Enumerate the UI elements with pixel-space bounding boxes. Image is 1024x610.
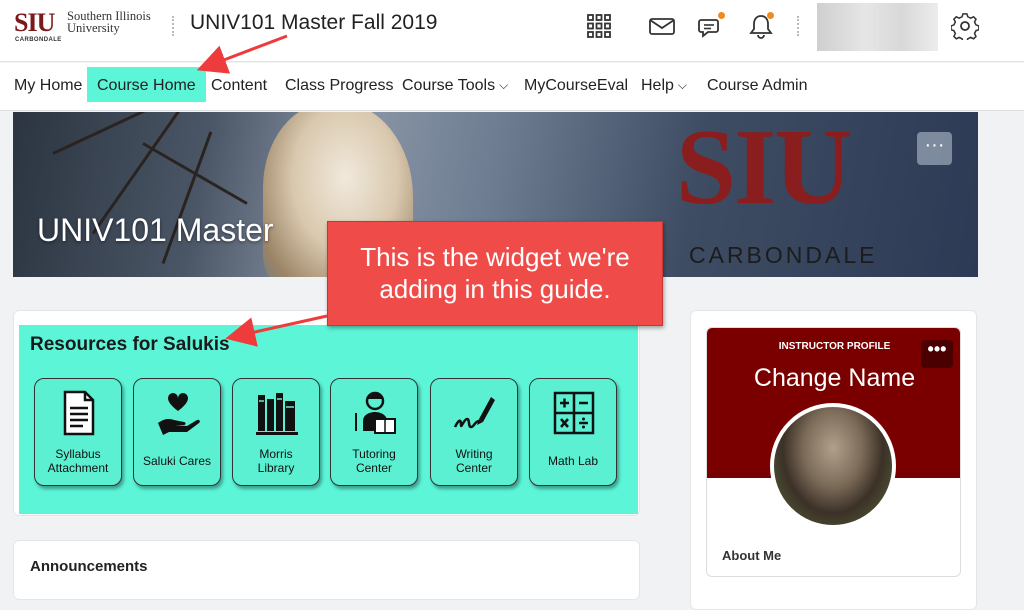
arrow-to-widget bbox=[225, 314, 328, 347]
annotation-arrows bbox=[196, 34, 328, 347]
arrow-to-course-home bbox=[196, 34, 288, 74]
